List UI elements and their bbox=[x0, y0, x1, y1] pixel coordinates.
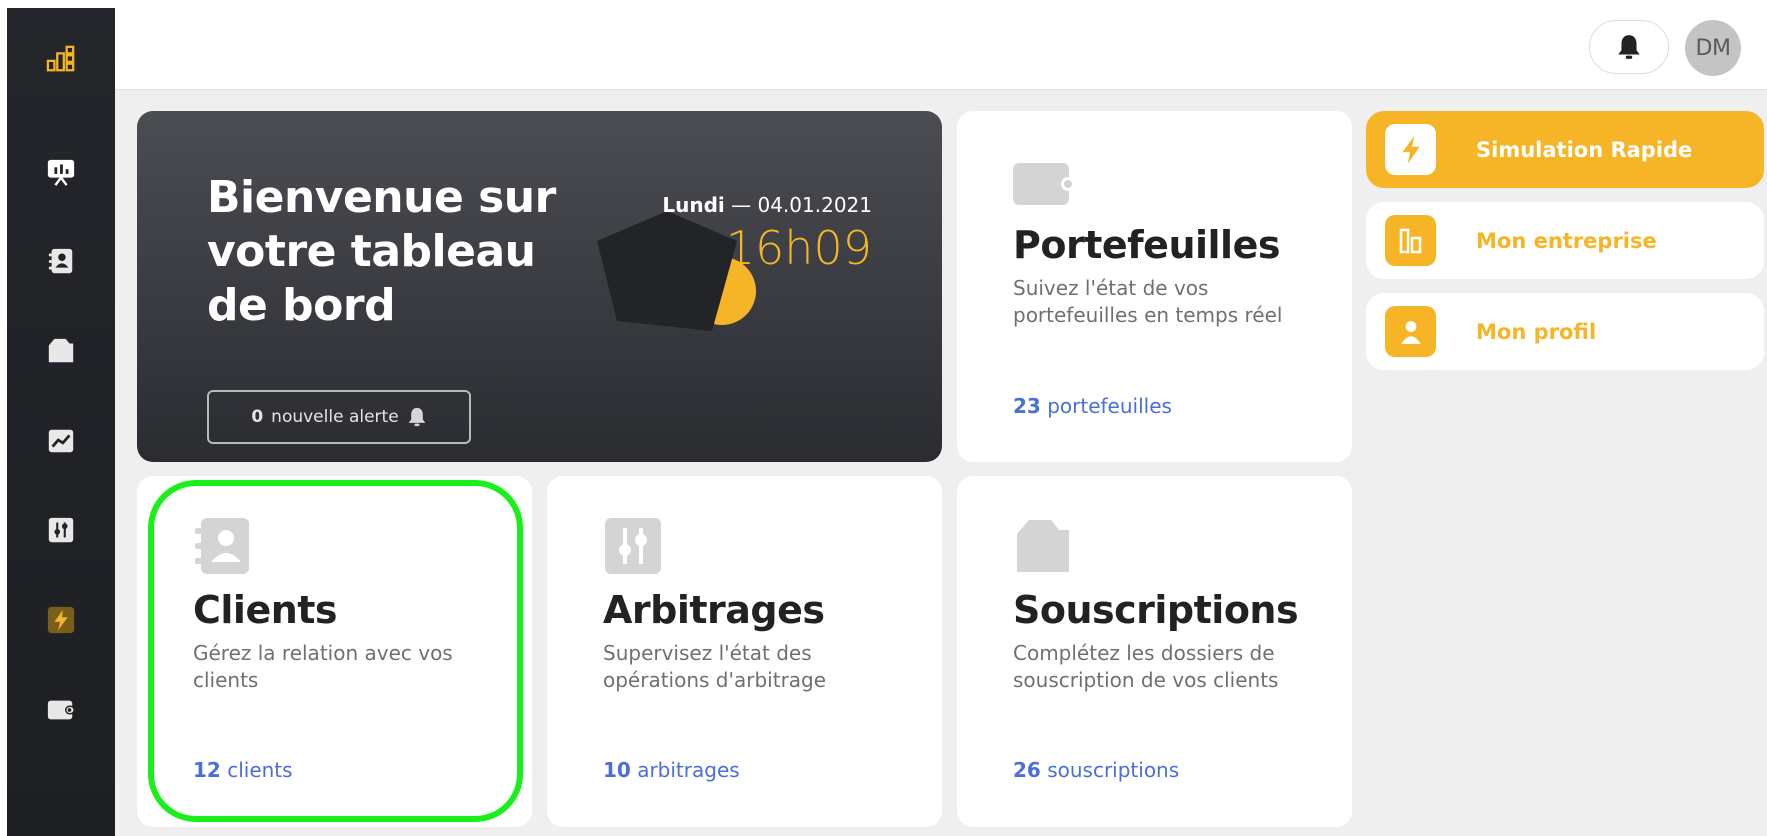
card-title: Portefeuilles bbox=[1013, 223, 1280, 267]
count-number: 10 bbox=[603, 758, 631, 782]
sliders-icon[interactable] bbox=[42, 511, 80, 549]
card-title: Arbitrages bbox=[603, 588, 825, 632]
quick-action-label: Simulation Rapide bbox=[1476, 137, 1693, 162]
card-description: Supervisez l'état des opérations d'arbit… bbox=[603, 641, 827, 692]
card-description: Gérez la relation avec vos clients bbox=[193, 641, 453, 692]
count-number: 23 bbox=[1013, 394, 1041, 418]
building-icon bbox=[1385, 215, 1436, 266]
wallet-icon bbox=[1013, 163, 1073, 205]
count-unit: clients bbox=[227, 758, 293, 782]
card-title: Souscriptions bbox=[1013, 588, 1299, 632]
card-description: Complétez les dossiers de souscription d… bbox=[1013, 641, 1279, 692]
wallet-icon[interactable] bbox=[42, 691, 80, 729]
current-date: Lundi — 04.01.2021 bbox=[662, 193, 872, 217]
notifications-button[interactable] bbox=[1589, 20, 1669, 74]
date-value: 04.01.2021 bbox=[757, 193, 872, 217]
card-count[interactable]: 26 souscriptions bbox=[1013, 758, 1179, 782]
card-description: Suivez l'état de vos portefeuilles en te… bbox=[1013, 276, 1283, 327]
count-unit: souscriptions bbox=[1047, 758, 1180, 782]
card-count[interactable]: 23 portefeuilles bbox=[1013, 394, 1172, 418]
bell-icon bbox=[408, 407, 426, 427]
alerts-button[interactable]: 0 nouvelle alerte bbox=[207, 390, 471, 444]
sidebar bbox=[7, 8, 115, 836]
contacts-icon[interactable] bbox=[42, 242, 80, 280]
user-icon bbox=[1385, 306, 1436, 357]
avatar[interactable]: DM bbox=[1685, 20, 1741, 76]
top-bar bbox=[115, 0, 1767, 90]
avatar-initials: DM bbox=[1695, 35, 1731, 61]
logo-icon[interactable] bbox=[42, 40, 80, 78]
current-day: Lundi bbox=[662, 193, 725, 217]
welcome-banner: Bienvenue sur votre tableau de bord Lund… bbox=[137, 111, 942, 462]
current-time: 16h09 bbox=[725, 221, 872, 275]
quick-action-profile[interactable]: Mon profil bbox=[1366, 293, 1764, 370]
lightning-icon[interactable] bbox=[42, 601, 80, 639]
chart-icon[interactable] bbox=[42, 422, 80, 460]
count-unit: portefeuilles bbox=[1047, 394, 1172, 418]
presentation-icon[interactable] bbox=[42, 153, 80, 191]
count-number: 12 bbox=[193, 758, 221, 782]
folder-icon bbox=[1017, 520, 1069, 572]
clients-card[interactable]: Clients Gérez la relation avec vos clien… bbox=[137, 476, 532, 827]
bell-icon bbox=[1618, 35, 1640, 59]
quick-action-label: Mon profil bbox=[1476, 319, 1597, 344]
date-separator: — bbox=[724, 193, 758, 217]
card-title: Clients bbox=[193, 588, 338, 632]
contacts-icon bbox=[195, 518, 249, 574]
souscriptions-card[interactable]: Souscriptions Complétez les dossiers de … bbox=[957, 476, 1352, 827]
arbitrages-card[interactable]: Arbitrages Supervisez l'état des opérati… bbox=[547, 476, 942, 827]
sliders-icon bbox=[605, 518, 661, 574]
alert-label: nouvelle alerte bbox=[271, 407, 399, 427]
quick-action-simulation[interactable]: Simulation Rapide bbox=[1366, 111, 1764, 188]
welcome-title: Bienvenue sur votre tableau de bord bbox=[207, 172, 556, 331]
quick-action-label: Mon entreprise bbox=[1476, 228, 1657, 253]
count-number: 26 bbox=[1013, 758, 1041, 782]
folder-icon[interactable] bbox=[42, 332, 80, 370]
card-count[interactable]: 10 arbitrages bbox=[603, 758, 740, 782]
card-count[interactable]: 12 clients bbox=[193, 758, 293, 782]
alert-count: 0 bbox=[251, 407, 264, 427]
quick-action-company[interactable]: Mon entreprise bbox=[1366, 202, 1764, 279]
lightning-icon bbox=[1385, 124, 1436, 175]
count-unit: arbitrages bbox=[637, 758, 740, 782]
portefeuilles-card[interactable]: Portefeuilles Suivez l'état de vos porte… bbox=[957, 111, 1352, 462]
